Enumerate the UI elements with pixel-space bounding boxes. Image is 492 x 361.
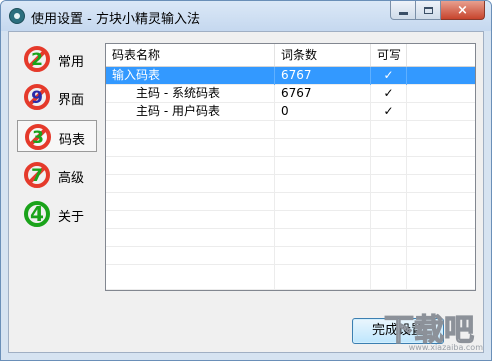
window-title: 使用设置 - 方块小精灵输入法 bbox=[31, 12, 200, 27]
row-name: 主码 - 用户码表 bbox=[106, 103, 275, 121]
empty-cell bbox=[106, 175, 275, 193]
empty-cell bbox=[275, 247, 371, 265]
badge-7-icon: 7 bbox=[24, 162, 50, 188]
empty-row bbox=[106, 265, 475, 290]
empty-cell bbox=[275, 139, 371, 157]
empty-row bbox=[106, 211, 475, 229]
column-header-name[interactable]: 码表名称 bbox=[106, 44, 275, 66]
maximize-button[interactable] bbox=[416, 1, 441, 20]
empty-cell bbox=[371, 229, 407, 247]
empty-row bbox=[106, 139, 475, 157]
row-count: 6767 bbox=[275, 67, 371, 85]
title-bar[interactable]: 使用设置 - 方块小精灵输入法 × bbox=[1, 1, 491, 31]
sidebar-item-codetable[interactable]: 3 码表 bbox=[17, 120, 97, 152]
empty-row bbox=[106, 229, 475, 247]
row-count: 0 bbox=[275, 103, 371, 121]
column-header-count[interactable]: 词条数 bbox=[275, 44, 371, 66]
sidebar-item-about[interactable]: 4 关于 bbox=[17, 198, 97, 230]
settings-client-area: 2 常用 9 界面 3 码表 7 高级 4 关于 码表名称 词条数 可写 输入码… bbox=[8, 31, 484, 353]
badge-3-icon: 3 bbox=[25, 124, 51, 150]
empty-row bbox=[106, 121, 475, 139]
empty-cell bbox=[106, 247, 275, 265]
column-header-writable[interactable]: 可写 bbox=[371, 44, 407, 66]
empty-cell bbox=[371, 193, 407, 211]
svg-text:2: 2 bbox=[31, 50, 43, 70]
empty-cell bbox=[371, 265, 407, 290]
sidebar-item-label: 高级 bbox=[58, 171, 85, 186]
row-name: 输入码表 bbox=[106, 67, 275, 85]
minimize-icon bbox=[398, 11, 408, 15]
empty-row bbox=[106, 193, 475, 211]
writable-check-icon: ✓ bbox=[371, 85, 407, 103]
sidebar-item-advanced[interactable]: 7 高级 bbox=[17, 159, 97, 191]
row-count: 6767 bbox=[275, 85, 371, 103]
empty-cell bbox=[275, 175, 371, 193]
close-icon: × bbox=[457, 2, 468, 18]
empty-cell bbox=[106, 139, 275, 157]
sidebar-item-label: 界面 bbox=[58, 93, 85, 108]
app-icon bbox=[9, 8, 25, 24]
sidebar-item-label: 码表 bbox=[59, 133, 86, 148]
maximize-icon bbox=[423, 6, 433, 14]
watermark-logo: 下载吧 www.xiazaiba.com bbox=[369, 308, 487, 354]
empty-cell bbox=[371, 121, 407, 139]
badge-9-icon: 9 bbox=[24, 84, 50, 110]
writable-check-icon: ✓ bbox=[371, 103, 407, 121]
badge-4-icon: 4 bbox=[24, 201, 50, 227]
svg-text:4: 4 bbox=[30, 202, 44, 226]
empty-cell bbox=[371, 157, 407, 175]
empty-cell bbox=[106, 211, 275, 229]
empty-cell bbox=[275, 211, 371, 229]
badge-2-icon: 2 bbox=[24, 46, 50, 72]
caption-buttons: × bbox=[390, 1, 485, 21]
list-header: 码表名称 词条数 可写 bbox=[106, 44, 475, 67]
empty-cell bbox=[275, 265, 371, 290]
empty-cell bbox=[371, 247, 407, 265]
empty-cell bbox=[275, 229, 371, 247]
minimize-button[interactable] bbox=[390, 1, 416, 20]
sidebar-item-common[interactable]: 2 常用 bbox=[17, 43, 97, 75]
writable-check-icon: ✓ bbox=[371, 67, 407, 85]
codetable-list[interactable]: 码表名称 词条数 可写 输入码表 6767 ✓ 主码 - 系统码表 6767 ✓… bbox=[105, 43, 476, 291]
sidebar-item-label: 常用 bbox=[58, 55, 85, 70]
watermark-url: www.xiazaiba.com bbox=[408, 343, 483, 352]
empty-cell bbox=[275, 121, 371, 139]
empty-cell bbox=[371, 211, 407, 229]
empty-cell bbox=[275, 157, 371, 175]
svg-text:3: 3 bbox=[32, 128, 44, 148]
empty-cell bbox=[275, 193, 371, 211]
empty-row bbox=[106, 175, 475, 193]
empty-cell bbox=[106, 265, 275, 290]
sidebar-item-interface[interactable]: 9 界面 bbox=[17, 81, 97, 113]
empty-cell bbox=[106, 193, 275, 211]
table-row[interactable]: 输入码表 6767 ✓ bbox=[106, 67, 475, 85]
table-row[interactable]: 主码 - 系统码表 6767 ✓ bbox=[106, 85, 475, 103]
empty-cell bbox=[106, 121, 275, 139]
sidebar-item-label: 关于 bbox=[58, 210, 85, 225]
svg-text:9: 9 bbox=[31, 88, 43, 108]
svg-text:7: 7 bbox=[31, 166, 43, 186]
empty-cell bbox=[371, 139, 407, 157]
empty-cell bbox=[106, 157, 275, 175]
row-name: 主码 - 系统码表 bbox=[106, 85, 275, 103]
empty-row bbox=[106, 157, 475, 175]
empty-cell bbox=[371, 175, 407, 193]
xiazaiba-logo-icon: 下载吧 bbox=[383, 312, 474, 348]
settings-window: 使用设置 - 方块小精灵输入法 × 2 常用 9 界面 3 码表 7 高级 4 … bbox=[0, 0, 492, 361]
empty-row bbox=[106, 247, 475, 265]
table-row[interactable]: 主码 - 用户码表 0 ✓ bbox=[106, 103, 475, 121]
empty-cell bbox=[106, 229, 275, 247]
close-button[interactable]: × bbox=[441, 1, 485, 20]
